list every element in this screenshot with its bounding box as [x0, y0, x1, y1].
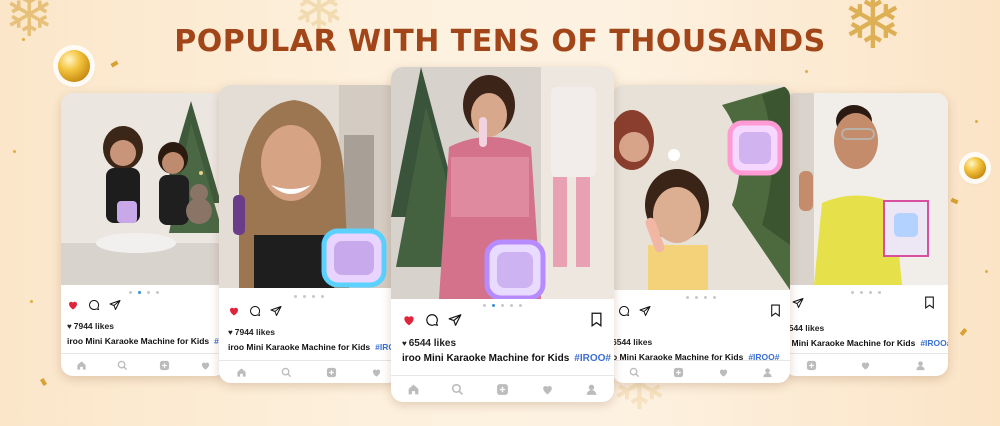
add-icon[interactable] — [496, 383, 509, 396]
heart-icon[interactable] — [228, 305, 240, 317]
carousel-dots — [219, 295, 399, 298]
add-icon[interactable] — [673, 367, 684, 378]
home-icon[interactable] — [76, 360, 87, 371]
activity-heart-icon[interactable] — [718, 367, 729, 378]
home-icon[interactable] — [236, 367, 247, 378]
activity-heart-icon[interactable] — [371, 367, 382, 378]
home-icon[interactable] — [407, 383, 420, 396]
confetti — [959, 328, 968, 336]
profile-icon[interactable] — [585, 383, 598, 396]
heart-icon[interactable] — [402, 313, 416, 327]
post-photo — [61, 93, 226, 285]
add-icon[interactable] — [159, 360, 170, 371]
likes-count: 6544 likes — [612, 337, 653, 347]
bottom-nav-bar — [391, 375, 614, 402]
post-caption: iroo Mini Karaoke Machine for Kids#IRO — [67, 336, 226, 346]
post-photo — [219, 85, 399, 288]
likes-count: 6544 likes — [784, 323, 825, 333]
post-caption: o Mini Karaoke Machine for Kids#IROO# — [784, 338, 948, 348]
post-caption: iroo Mini Karaoke Machine for Kids#IRO — [228, 342, 396, 352]
post-photo — [391, 67, 614, 299]
hashtag-link[interactable]: #IROO# — [920, 338, 948, 348]
bookmark-icon[interactable] — [590, 312, 603, 327]
profile-icon[interactable] — [915, 360, 926, 371]
heart-icon[interactable] — [67, 299, 79, 311]
instagram-post-card[interactable]: ♥ 7944 likes iroo Mini Karaoke Machine fo… — [219, 85, 399, 383]
bookmark-icon[interactable] — [924, 296, 935, 309]
activity-heart-icon[interactable] — [541, 383, 554, 396]
sparkle-dot — [975, 120, 978, 123]
bottom-nav-bar — [219, 360, 399, 383]
confetti — [110, 60, 119, 68]
share-icon[interactable] — [448, 313, 462, 327]
likes-count: ♥ 7944 likes — [228, 327, 275, 337]
bottom-nav-bar — [612, 360, 790, 383]
instagram-post-card[interactable]: 6544 likes o Mini Karaoke Machine for Ki… — [612, 85, 790, 383]
post-photo — [784, 93, 948, 285]
sparkle-dot — [805, 70, 808, 73]
post-caption: iroo Mini Karaoke Machine for Kids #IROO# — [402, 353, 611, 364]
share-icon[interactable] — [270, 305, 282, 317]
sparkle-dot — [985, 270, 988, 273]
share-icon[interactable] — [109, 299, 121, 311]
search-icon[interactable] — [281, 367, 292, 378]
confetti — [40, 377, 47, 387]
search-icon[interactable] — [117, 360, 128, 371]
sparkle-dot — [13, 150, 16, 153]
carousel-dots — [391, 304, 614, 307]
profile-icon[interactable] — [762, 367, 773, 378]
activity-heart-icon[interactable] — [200, 360, 211, 371]
add-icon[interactable] — [806, 360, 817, 371]
bottom-nav-bar — [61, 353, 226, 376]
banner-title: POPULAR WITH TENS OF THOUSANDS — [174, 24, 826, 59]
carousel-dots — [784, 291, 948, 294]
comment-icon[interactable] — [88, 299, 100, 311]
comment-icon[interactable] — [425, 313, 439, 327]
instagram-post-card-featured[interactable]: ♥ 6544 likes iroo Mini Karaoke Machine fo… — [391, 67, 614, 402]
carousel-dots — [61, 291, 226, 294]
share-icon[interactable] — [639, 305, 651, 317]
add-icon[interactable] — [326, 367, 337, 378]
instagram-post-card[interactable]: ♥ 7944 likes iroo Mini Karaoke Machine fo… — [61, 93, 226, 376]
search-icon[interactable] — [629, 367, 640, 378]
comment-icon[interactable] — [249, 305, 261, 317]
post-photo — [612, 85, 790, 290]
hashtag-link[interactable]: #IROO# — [574, 353, 611, 364]
instagram-post-card[interactable]: 6544 likes o Mini Karaoke Machine for Ki… — [784, 93, 948, 376]
likes-count: ♥ 7944 likes — [67, 321, 114, 331]
confetti — [950, 197, 959, 205]
share-icon[interactable] — [792, 297, 804, 309]
bottom-nav-bar — [784, 353, 948, 376]
gold-ornament-right — [964, 157, 986, 179]
search-icon[interactable] — [451, 383, 464, 396]
bookmark-icon[interactable] — [770, 304, 781, 317]
activity-heart-icon[interactable] — [860, 360, 871, 371]
comment-icon[interactable] — [618, 305, 630, 317]
likes-count: ♥ 6544 likes — [402, 338, 457, 349]
sparkle-dot — [30, 300, 33, 303]
carousel-dots — [612, 296, 790, 299]
